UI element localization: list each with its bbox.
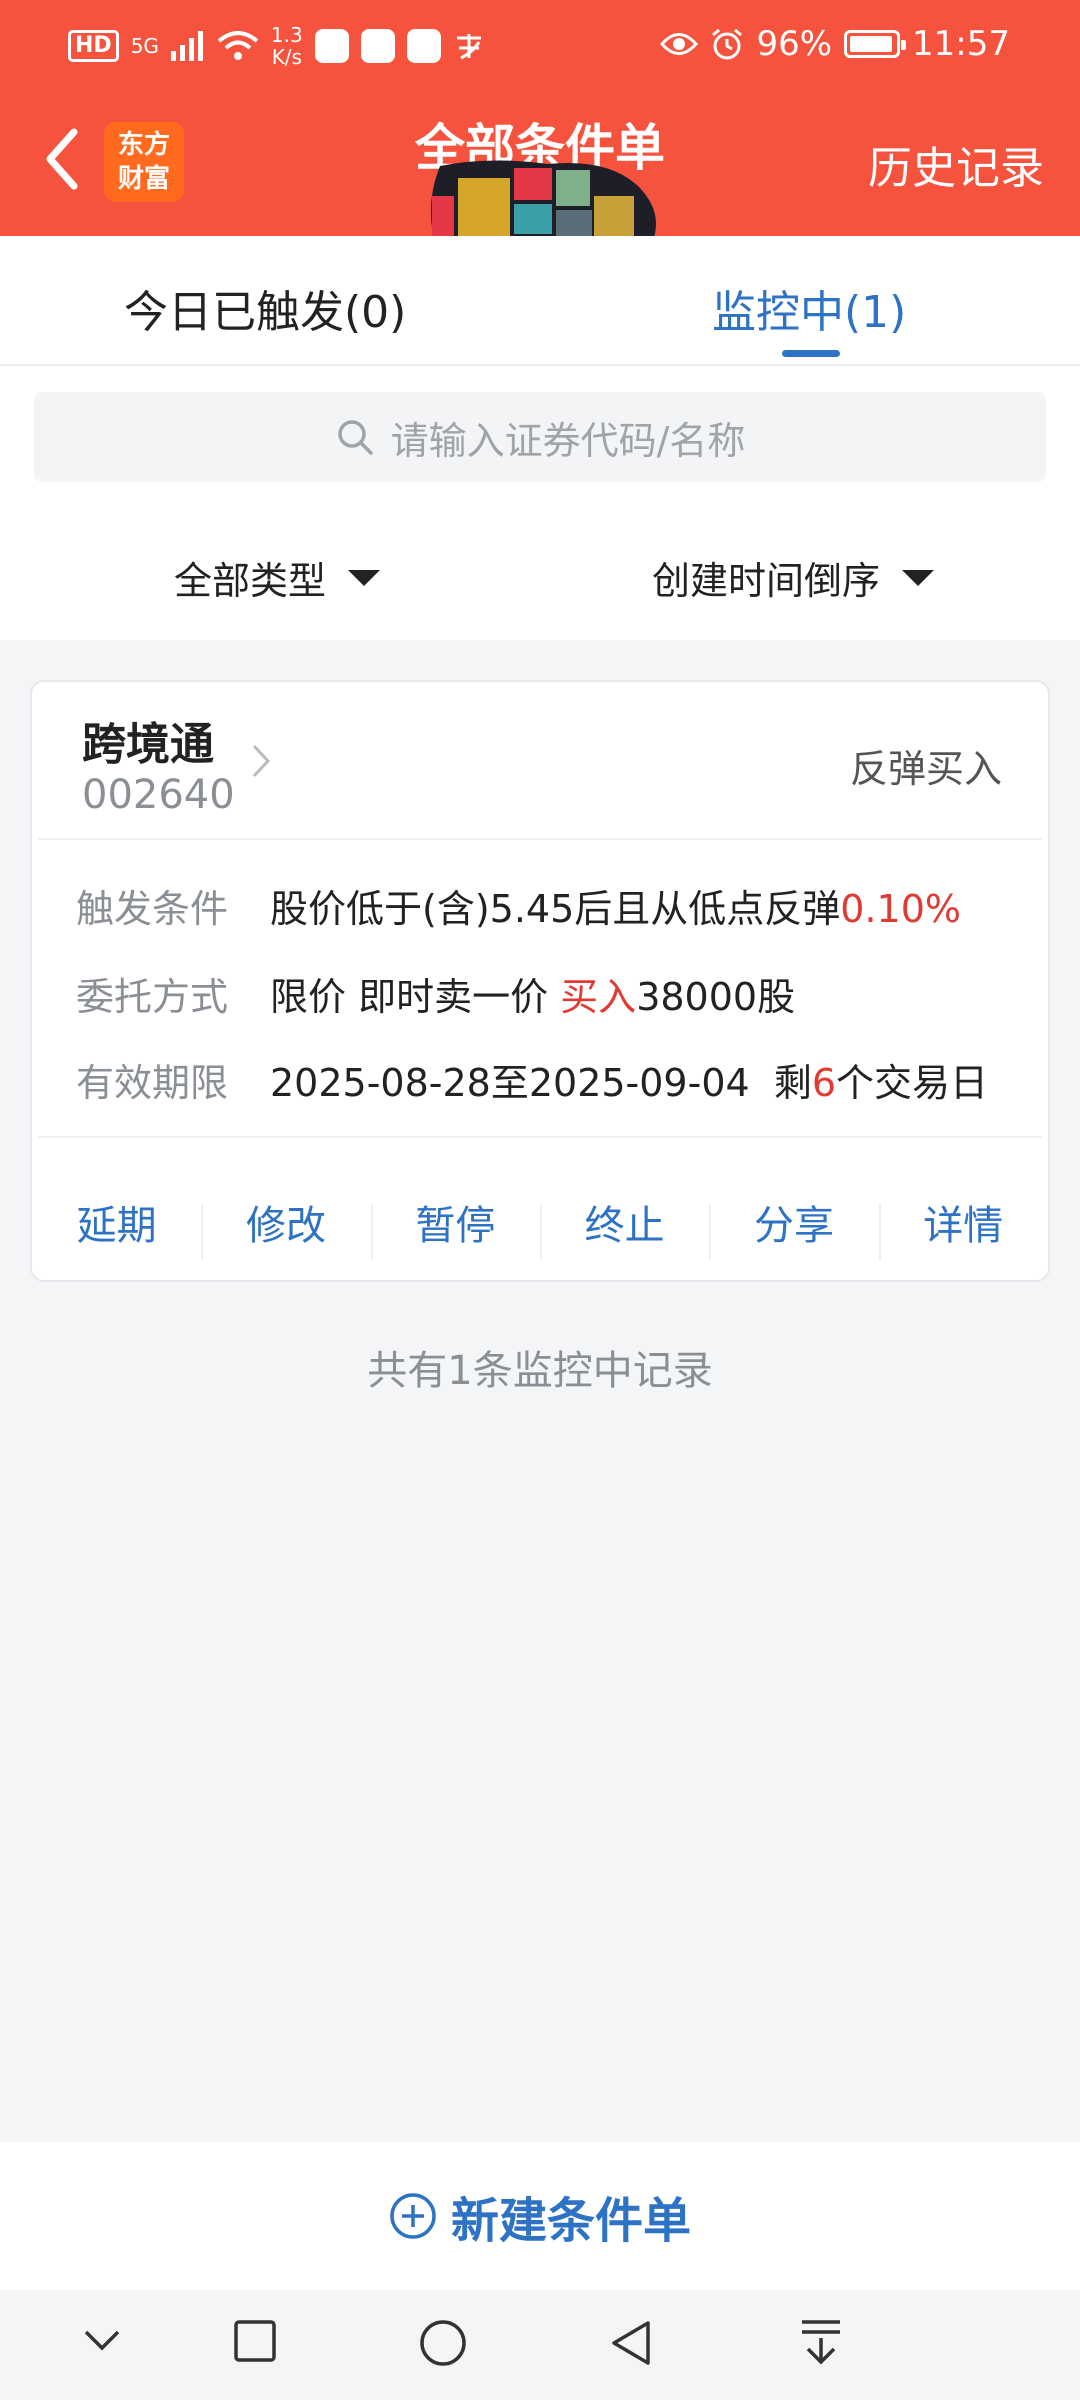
battery-icon (844, 30, 907, 58)
video-app-notification-icon (360, 29, 395, 63)
trigger-condition-row: 触发条件 股价低于(含)5.45后且从低点反弹0.10% (76, 878, 961, 933)
eye-icon (660, 33, 699, 55)
order-type-label: 反弹买入 (849, 747, 1002, 791)
sort-dropdown[interactable]: 创建时间倒序 (652, 550, 935, 605)
status-bar: HD 5G 1.3 K/s 96% 11:57 (0, 0, 1080, 92)
entrust-method-label: 委托方式 (76, 975, 229, 1019)
extend-button[interactable]: 延期 (32, 1162, 201, 1282)
search-filter-panel: 请输入证券代码/名称 全部类型 创建时间倒序 (0, 366, 1080, 640)
alarm-icon (712, 28, 743, 60)
validity-text: 2025-08-28至2025-09-04 剩6个交易日 (270, 1061, 989, 1105)
search-placeholder: 请输入证券代码/名称 (390, 418, 746, 463)
card-actions: 延期 修改 暂停 终止 分享 详情 (32, 1162, 1048, 1282)
trigger-condition-text: 股价低于(含)5.45后且从低点反弹0.10% (270, 887, 961, 931)
divider (38, 1136, 1042, 1138)
game-app-notification-icon (406, 29, 441, 63)
signal-icon (170, 31, 203, 61)
wifi-icon (217, 31, 259, 60)
entrust-method-text: 限价 即时卖一价 买入38000股 (270, 975, 796, 1019)
new-condition-order-label: 新建条件单 (450, 2193, 691, 2249)
tab-monitoring[interactable]: 监控中(1) (712, 276, 906, 340)
stock-name[interactable]: 跨境通 (82, 708, 214, 772)
pull-down-icon[interactable] (798, 2318, 844, 2368)
search-input[interactable]: 请输入证券代码/名称 (34, 392, 1046, 482)
back-triangle-icon[interactable] (608, 2318, 654, 2368)
pause-button[interactable]: 暂停 (370, 1162, 540, 1282)
hd-indicator: HD (68, 30, 119, 62)
active-tab-indicator (782, 350, 840, 357)
network-speed: 1.3 K/s (270, 23, 303, 69)
modify-button[interactable]: 修改 (201, 1162, 370, 1282)
tab-bar: 今日已触发(0) 监控中(1) (0, 236, 1080, 366)
plus-circle-icon (390, 2193, 436, 2239)
new-condition-order-button[interactable]: 新建条件单 (0, 2142, 1080, 2290)
tab-triggered-today[interactable]: 今日已触发(0) (124, 276, 406, 340)
signal-5g-label: 5G (130, 34, 159, 58)
sort-label: 创建时间倒序 (652, 559, 881, 603)
type-filter-dropdown[interactable]: 全部类型 (174, 550, 381, 605)
type-filter-label: 全部类型 (174, 559, 327, 603)
caret-down-icon (348, 569, 381, 586)
details-button[interactable]: 详情 (878, 1162, 1048, 1282)
alipay-icon (456, 34, 481, 60)
trigger-condition-label: 触发条件 (76, 887, 229, 931)
share-button[interactable]: 分享 (709, 1162, 878, 1282)
chevron-down-icon[interactable] (80, 2318, 124, 2362)
search-icon (337, 420, 373, 455)
stock-code: 002640 (82, 772, 235, 818)
home-circle-icon[interactable] (418, 2318, 468, 2368)
clock-time: 11:57 (912, 24, 1010, 64)
caret-down-icon (902, 569, 935, 586)
validity-label: 有效期限 (76, 1061, 229, 1105)
validity-row: 有效期限 2025-08-28至2025-09-04 剩6个交易日 (76, 1052, 988, 1107)
system-nav-bar (0, 2290, 1080, 2400)
entrust-method-row: 委托方式 限价 即时卖一价 买入38000股 (76, 966, 795, 1021)
chevron-right-icon[interactable] (250, 742, 272, 780)
record-count-note: 共有1条监控中记录 (367, 1348, 713, 1394)
condition-order-card: 跨境通 002640 反弹买入 触发条件 股价低于(含)5.45后且从低点反弹0… (30, 680, 1050, 1282)
history-button[interactable]: 历史记录 (868, 132, 1044, 196)
recent-apps-square-icon[interactable] (232, 2318, 278, 2364)
app-notification-icon (314, 29, 349, 63)
divider (38, 838, 1042, 840)
terminate-button[interactable]: 终止 (539, 1162, 709, 1282)
battery-percent: 96% (756, 24, 833, 64)
